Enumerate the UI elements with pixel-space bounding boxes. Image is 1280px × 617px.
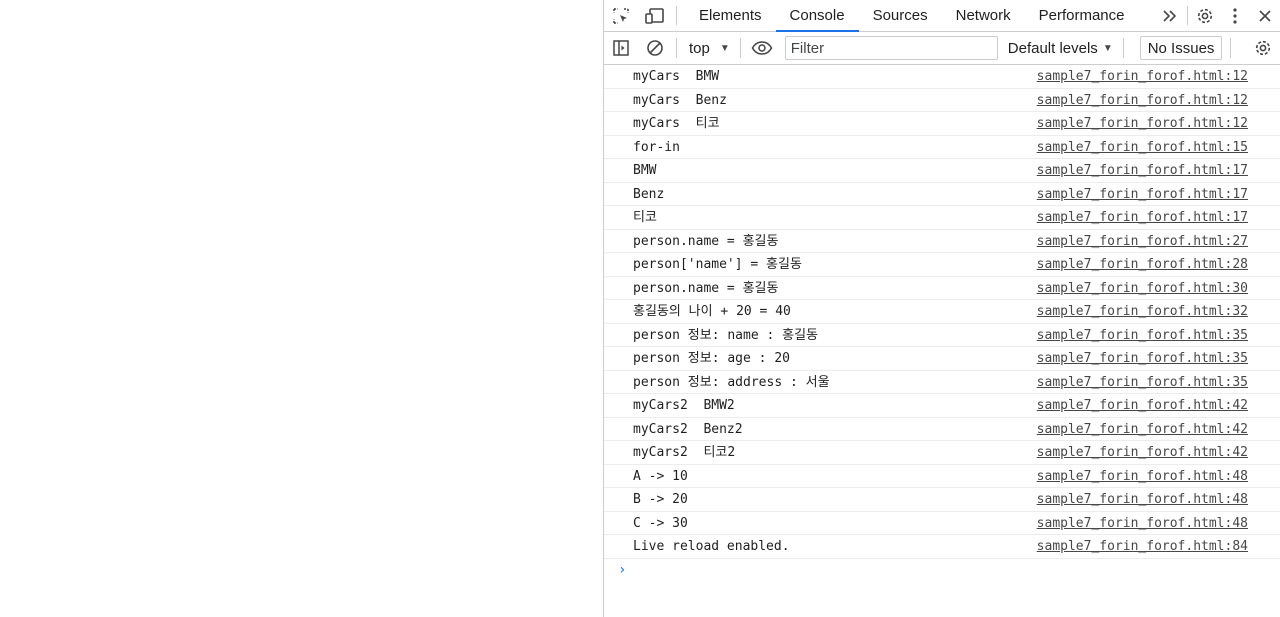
log-row: C -> 30 sample7_forin_forof.html:48	[604, 512, 1280, 535]
log-message: person.name = 홍길동	[633, 280, 779, 296]
log-source-link[interactable]: sample7_forin_forof.html:35	[1037, 371, 1248, 394]
log-source-link[interactable]: sample7_forin_forof.html:27	[1037, 230, 1248, 253]
dropdown-arrow-icon: ▼	[1102, 42, 1113, 54]
devtools-panel: Elements Console Sources Network Perform…	[603, 0, 1280, 617]
log-source-link[interactable]: sample7_forin_forof.html:12	[1037, 112, 1248, 135]
toolbar-divider	[676, 38, 677, 58]
log-source-link[interactable]: sample7_forin_forof.html:42	[1037, 418, 1248, 441]
tab-sources[interactable]: Sources	[859, 0, 942, 31]
log-message: person['name'] = 홍길동	[633, 257, 802, 272]
log-row: myCars 티코 sample7_forin_forof.html:12	[604, 112, 1280, 136]
gear-icon[interactable]	[1190, 0, 1220, 31]
dropdown-arrow-icon: ▼	[719, 42, 730, 54]
context-label: top	[689, 39, 710, 57]
toolbar-divider	[676, 6, 677, 25]
prompt-chevron-icon: ›	[618, 561, 627, 578]
log-row: 홍길동의 나이 + 20 = 40 sample7_forin_forof.htm…	[604, 300, 1280, 324]
devtools-tab-bar: Elements Console Sources Network Perform…	[604, 0, 1280, 32]
toolbar-divider	[1187, 6, 1188, 25]
log-message: 티코	[633, 210, 657, 225]
log-row: person['name'] = 홍길동 sample7_forin_forof.…	[604, 253, 1280, 277]
log-row: myCars2 BMW2 sample7_forin_forof.html:42	[604, 394, 1280, 418]
clear-console-icon[interactable]	[638, 32, 672, 64]
log-message: BMW	[633, 163, 657, 178]
log-source-link[interactable]: sample7_forin_forof.html:84	[1037, 535, 1248, 558]
log-source-link[interactable]: sample7_forin_forof.html:12	[1037, 89, 1248, 112]
log-message: myCars Benz	[633, 92, 727, 108]
log-message: Benz	[633, 186, 665, 202]
log-row: myCars2 티코2 sample7_forin_forof.html:42	[604, 441, 1280, 465]
log-source-link[interactable]: sample7_forin_forof.html:42	[1037, 394, 1248, 417]
close-icon[interactable]	[1250, 0, 1280, 31]
tab-performance[interactable]: Performance	[1025, 0, 1139, 31]
log-message: myCars2 Benz2	[633, 421, 743, 437]
log-row: BMW sample7_forin_forof.html:17	[604, 159, 1280, 183]
log-message: A -> 10	[633, 468, 688, 484]
log-message: person 정보: address : 서울	[633, 374, 830, 390]
log-source-link[interactable]: sample7_forin_forof.html:15	[1037, 136, 1248, 159]
log-source-link[interactable]: sample7_forin_forof.html:17	[1037, 159, 1248, 182]
log-row: B -> 20 sample7_forin_forof.html:48	[604, 488, 1280, 512]
context-selector[interactable]: top ▼	[681, 40, 736, 57]
eye-icon[interactable]	[745, 32, 779, 64]
log-source-link[interactable]: sample7_forin_forof.html:42	[1037, 441, 1248, 464]
issues-button[interactable]: No Issues	[1139, 36, 1223, 60]
log-source-link[interactable]: sample7_forin_forof.html:12	[1037, 65, 1248, 88]
filter-input[interactable]	[784, 36, 998, 60]
kebab-menu-icon[interactable]	[1220, 0, 1250, 31]
toolbar-divider	[1230, 38, 1232, 58]
log-row: person 정보: age : 20 sample7_forin_forof.h…	[604, 347, 1280, 371]
log-message: 홍길동의 나이 + 20 = 40	[633, 304, 791, 319]
log-row: person.name = 홍길동 sample7_forin_forof.htm…	[604, 230, 1280, 253]
log-message: myCars2 티코2	[633, 445, 736, 460]
log-row: for-in sample7_forin_forof.html:15	[604, 136, 1280, 159]
toolbar-divider	[739, 38, 741, 58]
inspected-page-area	[0, 0, 603, 617]
log-row: A -> 10 sample7_forin_forof.html:48	[604, 465, 1280, 488]
console-prompt[interactable]: ›	[604, 559, 1280, 585]
log-row: myCars2 Benz2 sample7_forin_forof.html:42	[604, 418, 1280, 441]
log-source-link[interactable]: sample7_forin_forof.html:28	[1037, 253, 1248, 276]
console-messages: myCars BMW sample7_forin_forof.html:12 my…	[604, 65, 1280, 585]
toolbar-divider	[1122, 38, 1124, 58]
log-message: for-in	[633, 139, 680, 155]
log-source-link[interactable]: sample7_forin_forof.html:30	[1037, 277, 1248, 300]
log-row: person 정보: name : 홍길동 sample7_forin_forof…	[604, 324, 1280, 347]
log-message: Live reload enabled.	[633, 539, 790, 554]
log-row: Benz sample7_forin_forof.html:17	[604, 183, 1280, 206]
tab-elements[interactable]: Elements	[685, 0, 776, 31]
log-message: myCars BMW	[633, 69, 720, 84]
inspect-element-icon[interactable]	[604, 0, 638, 31]
log-source-link[interactable]: sample7_forin_forof.html:48	[1037, 488, 1248, 511]
log-source-link[interactable]: sample7_forin_forof.html:32	[1037, 300, 1248, 323]
log-levels-label: Default levels	[1007, 39, 1098, 57]
log-source-link[interactable]: sample7_forin_forof.html:35	[1037, 324, 1248, 347]
log-message: C -> 30	[633, 515, 688, 531]
log-message: person 정보: age : 20	[633, 351, 790, 366]
log-row: 티코 sample7_forin_forof.html:17	[604, 206, 1280, 230]
log-levels-dropdown[interactable]: Default levels ▼	[1008, 40, 1113, 57]
tab-console[interactable]: Console	[775, 0, 859, 32]
log-message: myCars2 BMW2	[633, 398, 735, 413]
console-settings-gear-icon[interactable]	[1246, 32, 1280, 64]
sidebar-toggle-icon[interactable]	[604, 32, 638, 64]
log-message: B -> 20	[633, 492, 688, 507]
log-row: myCars BMW sample7_forin_forof.html:12	[604, 65, 1280, 89]
log-source-link[interactable]: sample7_forin_forof.html:17	[1037, 206, 1248, 229]
device-toolbar-icon[interactable]	[638, 0, 672, 31]
log-row: Live reload enabled. sample7_forin_forof.…	[604, 535, 1280, 559]
log-message: person 정보: name : 홍길동	[633, 327, 819, 343]
log-source-link[interactable]: sample7_forin_forof.html:35	[1037, 347, 1248, 370]
log-source-link[interactable]: sample7_forin_forof.html:17	[1037, 183, 1248, 206]
log-message: myCars 티코	[633, 116, 720, 131]
log-row: person.name = 홍길동 sample7_forin_forof.htm…	[604, 277, 1280, 300]
log-row: myCars Benz sample7_forin_forof.html:12	[604, 89, 1280, 112]
log-row: person 정보: address : 서울 sample7_forin_for…	[604, 371, 1280, 394]
log-source-link[interactable]: sample7_forin_forof.html:48	[1037, 512, 1248, 535]
log-message: person.name = 홍길동	[633, 233, 779, 249]
chevron-double-right-icon[interactable]	[1155, 0, 1185, 31]
console-toolbar: top ▼ Default levels ▼ No Issues	[604, 32, 1280, 65]
tab-network[interactable]: Network	[942, 0, 1025, 31]
log-source-link[interactable]: sample7_forin_forof.html:48	[1037, 465, 1248, 488]
